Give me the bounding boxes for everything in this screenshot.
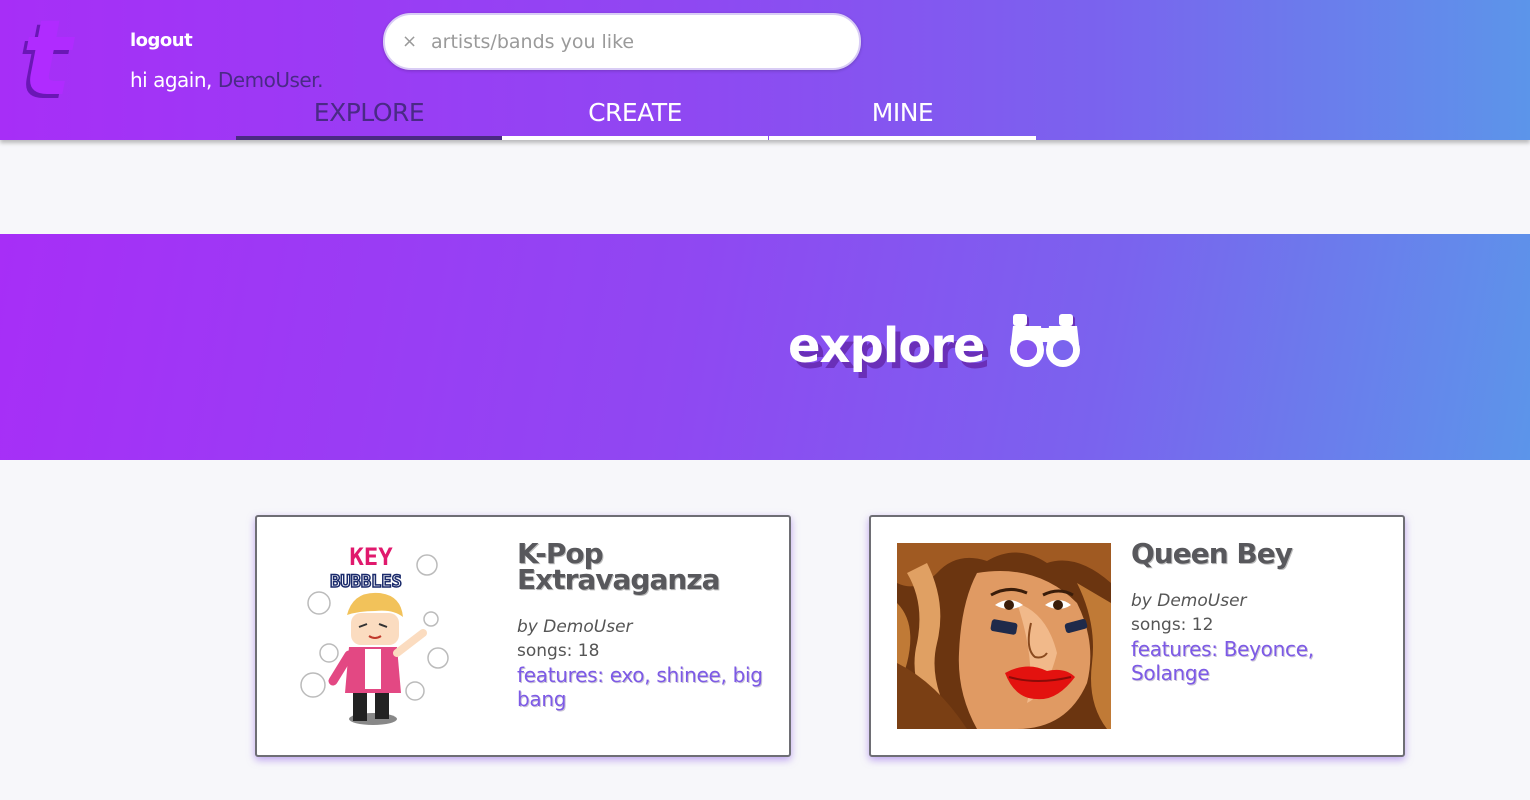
search-input[interactable] <box>429 27 829 57</box>
main-nav: EXPLORE CREATE MINE <box>236 96 1036 140</box>
search-box: × <box>383 13 861 70</box>
app-logo[interactable]: t <box>22 6 102 118</box>
playlist-author: by DemoUser <box>517 617 633 637</box>
banner-title: explore <box>788 318 986 374</box>
art-text-bottom: BUBBLES <box>330 572 402 592</box>
playlist-features: features: exo, shinee, big bang <box>517 663 763 711</box>
top-header: t logout hi again,DemoUser. × EXPLORE CR… <box>0 0 1530 140</box>
binoculars-icon <box>1010 314 1080 367</box>
playlist-song-count: songs: 12 <box>1131 615 1214 635</box>
greeting: hi again, DemoUser. <box>130 68 323 92</box>
art-text-top: KEY <box>349 543 393 571</box>
clear-icon[interactable]: × <box>402 31 417 52</box>
playlist-cover-image: KEY BUBBLES <box>283 543 497 729</box>
username: DemoUser. <box>217 68 324 92</box>
playlist-title[interactable]: Queen Bey <box>1131 540 1391 568</box>
playlist-card[interactable]: KEY BUBBLES K-Pop Extravaganza by DemoUs… <box>255 515 791 757</box>
greeting-prefix: hi again, <box>130 68 212 92</box>
tab-explore[interactable]: EXPLORE <box>236 96 502 140</box>
playlist-author: by DemoUser <box>1131 591 1247 611</box>
playlist-cover-image <box>897 543 1111 729</box>
playlist-card[interactable]: Queen Bey by DemoUser songs: 12 features… <box>869 515 1405 757</box>
tab-create[interactable]: CREATE <box>502 96 768 140</box>
playlist-info: Queen Bey by DemoUser songs: 12 features… <box>1131 540 1391 686</box>
tab-mine[interactable]: MINE <box>769 96 1036 140</box>
playlist-features: features: Beyonce, Solange <box>1131 637 1314 685</box>
explore-banner: explore <box>0 234 1530 460</box>
playlist-song-count: songs: 18 <box>517 641 600 661</box>
playlist-info: K-Pop Extravaganza by DemoUser songs: 18… <box>517 540 777 712</box>
playlist-title[interactable]: K-Pop Extravaganza <box>517 540 777 594</box>
logout-link[interactable]: logout <box>130 30 193 51</box>
